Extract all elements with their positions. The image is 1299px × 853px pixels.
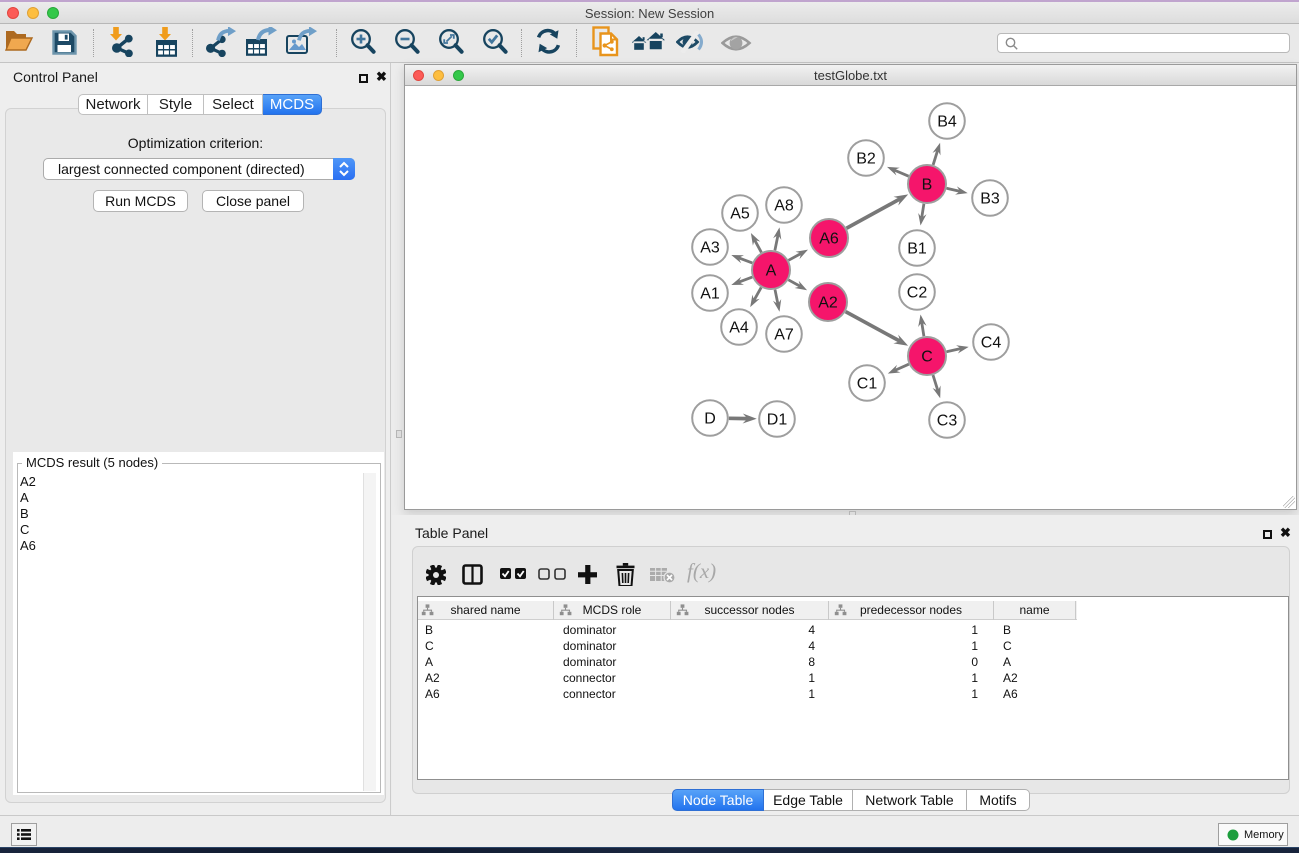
svg-text:C3: C3 (937, 413, 958, 430)
svg-text:D1: D1 (767, 412, 788, 429)
svg-text:A: A (766, 263, 777, 280)
svg-text:A6: A6 (819, 231, 839, 248)
svg-text:B3: B3 (980, 191, 1000, 208)
svg-text:A8: A8 (774, 198, 794, 215)
svg-text:A4: A4 (729, 320, 749, 337)
svg-text:B1: B1 (907, 241, 927, 258)
svg-text:C: C (921, 349, 933, 366)
svg-text:A3: A3 (700, 240, 720, 257)
svg-text:A5: A5 (730, 206, 750, 223)
svg-text:C1: C1 (857, 376, 878, 393)
svg-text:D: D (704, 411, 716, 428)
svg-text:B: B (922, 177, 933, 194)
svg-text:C2: C2 (907, 285, 928, 302)
svg-text:A7: A7 (774, 327, 794, 344)
svg-text:C4: C4 (981, 335, 1002, 352)
svg-text:B2: B2 (856, 151, 876, 168)
svg-text:A1: A1 (700, 286, 720, 303)
svg-text:A2: A2 (818, 295, 838, 312)
svg-text:B4: B4 (937, 114, 957, 131)
